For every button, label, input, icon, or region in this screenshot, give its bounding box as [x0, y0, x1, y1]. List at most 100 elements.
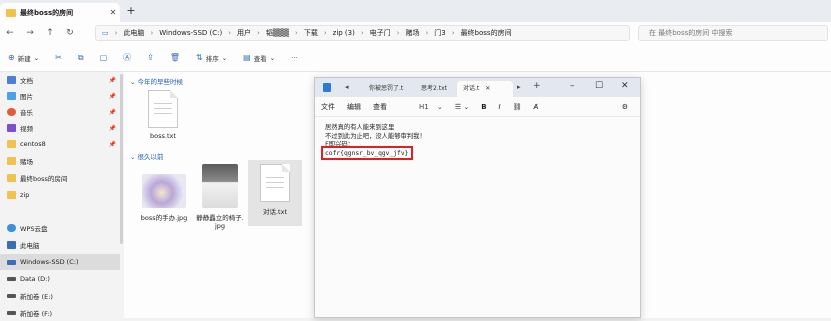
- new-tab-button[interactable]: +: [533, 81, 541, 91]
- explorer-tab[interactable]: 最终boss的房间 ✕: [0, 3, 120, 22]
- group-header-older[interactable]: ⌄ 很久以前: [130, 151, 164, 161]
- clear-format-icon[interactable]: A̸: [528, 103, 545, 111]
- sidebar-item-drive-e[interactable]: 新加卷 (E:): [0, 288, 120, 304]
- rename-button[interactable]: Ⓐ: [115, 52, 139, 63]
- cut-button[interactable]: ✂: [47, 53, 70, 62]
- documents-icon: [7, 76, 16, 84]
- crumb-4[interactable]: 下载: [304, 28, 318, 38]
- heading-dropdown[interactable]: H1 ⌄: [407, 103, 449, 111]
- crumb-8[interactable]: 门3: [434, 28, 445, 38]
- file-chair-jpg[interactable]: 静静矗立的椅子. jpg: [194, 164, 246, 230]
- sidebar-item-drive-f[interactable]: 新加卷 (F:): [0, 305, 120, 321]
- sidebar-scrollbar[interactable]: [120, 74, 123, 244]
- group-header-recent[interactable]: ⌄ 今年的早些时候: [130, 76, 183, 86]
- share-button[interactable]: ⇪: [139, 53, 162, 62]
- italic-button[interactable]: I: [493, 103, 507, 111]
- list-dropdown-icon[interactable]: ☰ ⌄: [449, 103, 475, 111]
- sidebar-item-wps-cloud[interactable]: WPS云盘: [0, 220, 120, 236]
- file-label: boss.txt: [150, 132, 176, 140]
- sidebar-item-documents[interactable]: 文档 📌: [0, 72, 120, 88]
- file-dialogue-txt[interactable]: 对话.txt: [248, 160, 302, 226]
- copy-icon: ⧉: [77, 52, 84, 62]
- paste-button[interactable]: ▢: [92, 53, 116, 62]
- notepad-tab-2[interactable]: 思考2.txt: [415, 81, 447, 97]
- back-icon[interactable]: ←: [0, 28, 20, 38]
- crumb-3[interactable]: 韬▒▒▒: [266, 28, 289, 38]
- new-button[interactable]: ⊕ 新建 ⌄: [0, 53, 47, 63]
- sidebar-item-this-pc[interactable]: 此电脑: [0, 237, 120, 253]
- crumb-1[interactable]: Windows-SSD (C:): [159, 29, 222, 37]
- pin-icon: 📌: [108, 92, 116, 100]
- close-window-icon[interactable]: ✕: [621, 81, 629, 91]
- sidebar-item-zip[interactable]: zip: [0, 187, 120, 203]
- videos-icon: [7, 124, 16, 132]
- copy-button[interactable]: ⧉: [70, 53, 92, 63]
- sort-icon: ⇅: [196, 53, 203, 62]
- title-bar: 最终boss的房间 ✕ +: [0, 0, 831, 22]
- highlight-box: [321, 146, 413, 160]
- pin-icon: 📌: [108, 140, 116, 148]
- sidebar-item-music[interactable]: 音乐 📌: [0, 104, 120, 120]
- menu-view[interactable]: 查看: [367, 102, 393, 112]
- sidebar-item-centos8[interactable]: centos8 📌: [0, 136, 120, 152]
- menu-edit[interactable]: 编辑: [341, 102, 367, 112]
- menu-file[interactable]: 文件: [315, 102, 341, 112]
- breadcrumb[interactable]: ▭ › 此电脑 › Windows-SSD (C:) › 用户 › 韬▒▒▒ › 下载 ›…: [95, 25, 630, 41]
- sort-button[interactable]: ⇅ 排序 ⌄: [188, 53, 235, 63]
- crumb-9[interactable]: 最终boss的房间: [461, 28, 512, 38]
- sidebar-item-videos[interactable]: 视频 📌: [0, 120, 120, 136]
- crumb-7[interactable]: 赌场: [405, 28, 419, 38]
- sidebar-item-casino[interactable]: 赌场: [0, 153, 120, 169]
- close-tab-icon[interactable]: ✕: [106, 8, 120, 17]
- image-thumbnail: [142, 174, 186, 208]
- sidebar-item-drive-c[interactable]: Windows-SSD (C:): [0, 254, 120, 270]
- plus-icon: ⊕: [8, 53, 15, 62]
- notepad-tab-1[interactable]: 你被惩罚了.t: [363, 81, 403, 97]
- navigation-pane: 文档 📌 图片 📌 音乐 📌 视频 📌 centos8 📌 赌场 最终boss的房间 zi…: [0, 72, 122, 318]
- tab-title: 最终boss的房间: [20, 8, 74, 17]
- file-label: boss的手办.jpg: [140, 214, 188, 222]
- delete-button[interactable]: 🗑: [162, 53, 188, 62]
- file-label: 静静矗立的椅子.: [196, 214, 244, 222]
- view-button[interactable]: ▤ 查看 ⌄: [235, 53, 283, 63]
- new-tab-button[interactable]: +: [124, 4, 138, 18]
- sidebar-item-pictures[interactable]: 图片 📌: [0, 88, 120, 104]
- close-tab-icon[interactable]: ✕: [485, 85, 490, 92]
- file-label: jpg: [214, 222, 226, 230]
- text-file-icon: [260, 164, 290, 202]
- scroll-left-icon[interactable]: ◂: [345, 83, 349, 91]
- bold-button[interactable]: B: [475, 103, 492, 111]
- minimize-icon[interactable]: –: [570, 81, 575, 91]
- more-button[interactable]: ···: [283, 54, 305, 62]
- forward-icon[interactable]: →: [20, 28, 40, 38]
- crumb-0[interactable]: 此电脑: [123, 28, 144, 38]
- pin-icon: 📌: [108, 124, 116, 132]
- share-icon: ⇪: [147, 53, 154, 62]
- text-line-2: 不过到此为止吧，没人能够审判我！: [325, 132, 426, 140]
- command-bar: ⊕ 新建 ⌄ ✂ ⧉ ▢ Ⓐ ⇪ 🗑 ⇅ 排序 ⌄ ▤ 查看 ⌄ ···: [0, 44, 831, 72]
- notepad-tab-active[interactable]: 对话.t ✕: [457, 81, 513, 97]
- link-icon[interactable]: ⛓: [507, 103, 528, 111]
- crumb-6[interactable]: 电子门: [370, 28, 391, 38]
- pin-icon: 📌: [108, 76, 116, 84]
- sidebar-item-drive-d[interactable]: Data (D:): [0, 271, 120, 287]
- text-line-1: 居然真的有人能来到这里: [325, 124, 395, 131]
- drive-icon: [7, 277, 16, 281]
- address-row: ← → ↑ ↻ ▭ › 此电脑 › Windows-SSD (C:) › 用户 › 韬…: [0, 22, 831, 44]
- search-input[interactable]: 在 最终boss的房间 中搜索: [638, 25, 828, 41]
- sidebar-item-final-boss[interactable]: 最终boss的房间: [0, 170, 120, 186]
- notepad-icon: [323, 83, 331, 92]
- paste-icon: ▢: [99, 53, 108, 62]
- crumb-2[interactable]: 用户: [237, 28, 251, 38]
- scroll-right-icon[interactable]: ▸: [517, 83, 521, 91]
- rename-icon: Ⓐ: [123, 53, 132, 62]
- drive-icon: [7, 311, 16, 315]
- crumb-5[interactable]: zip (3): [333, 29, 355, 37]
- folder-icon: [7, 191, 16, 199]
- refresh-icon[interactable]: ↻: [60, 28, 80, 38]
- file-boss-txt[interactable]: boss.txt: [138, 90, 188, 140]
- settings-gear-icon[interactable]: ⚙: [616, 103, 634, 111]
- file-boss-hand-jpg[interactable]: boss的手办.jpg: [136, 174, 192, 222]
- maximize-icon[interactable]: ☐: [595, 81, 603, 91]
- up-icon[interactable]: ↑: [40, 28, 60, 38]
